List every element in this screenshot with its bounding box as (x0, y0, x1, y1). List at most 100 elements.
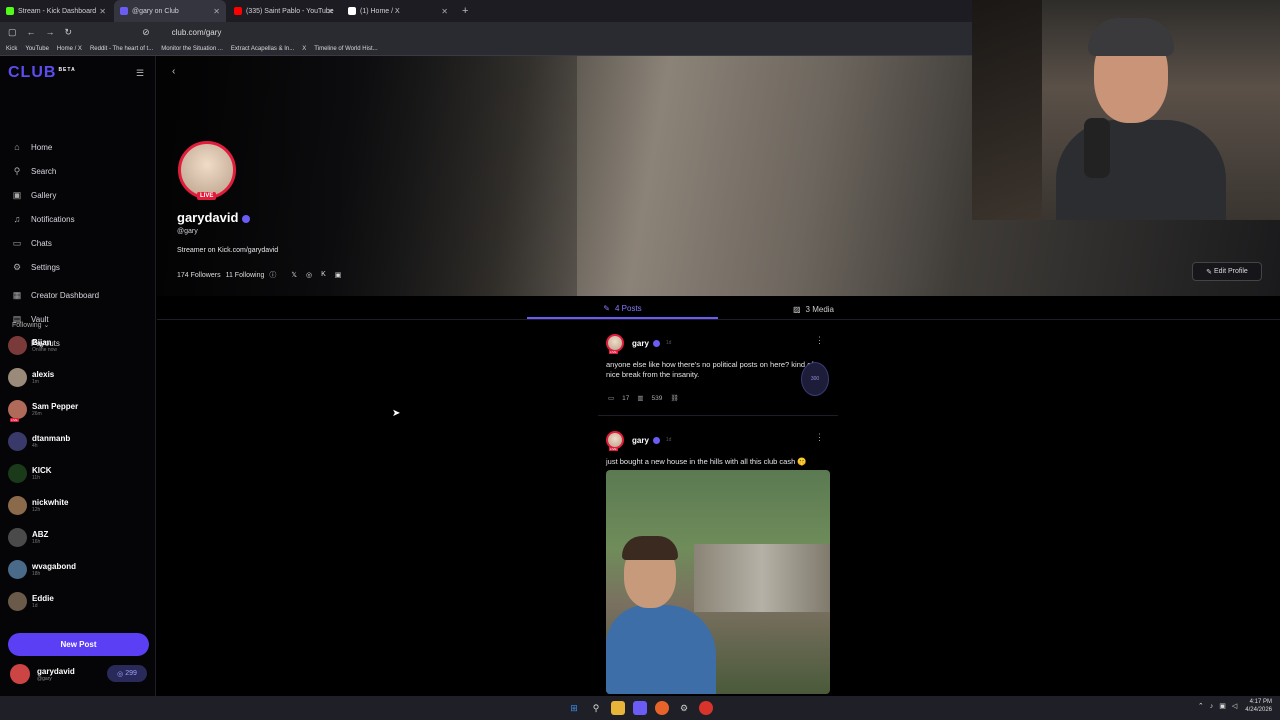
mic-icon[interactable]: ♪ (1210, 703, 1214, 710)
following-name: wvagabond (32, 562, 77, 571)
post-author[interactable]: gary (632, 436, 649, 445)
following-name: ABZ (32, 530, 49, 539)
post[interactable]: LIVE gary 1d ⋮ anyone else like how ther… (598, 334, 838, 402)
sidebar-item-label: Notifications (31, 214, 75, 224)
new-tab-icon[interactable]: + (462, 5, 468, 17)
bookmarks-bar: Kick YouTube Home / X Reddit - The heart of… (0, 42, 972, 56)
file-explorer-icon[interactable] (611, 701, 625, 715)
sidebar-item-label: Home (31, 142, 53, 152)
edit-profile-button[interactable]: ✎ Edit Profile (1192, 262, 1262, 281)
search-icon: ⚲ (13, 166, 21, 176)
comment-icon[interactable]: ▭ (608, 394, 614, 402)
menu-icon[interactable]: ☰ (136, 68, 144, 79)
browser-tab[interactable]: (335) Saint Pablo - YouTube ✕ (228, 0, 340, 22)
following-label[interactable]: Following ⌄ (12, 321, 49, 329)
bookmark-item[interactable]: Reddit - The heart of t... (90, 46, 153, 52)
bookmark-item[interactable]: Kick (6, 46, 17, 52)
forward-icon[interactable]: → (46, 27, 55, 37)
tab-posts[interactable]: ✎ 4 Posts (527, 299, 718, 319)
browser-tab[interactable]: Stream - Kick Dashboard ✕ (0, 0, 112, 22)
sidebar-item-home[interactable]: ⌂ Home (12, 142, 52, 152)
gallery-icon: ▣ (12, 190, 22, 200)
following-item[interactable]: KICK 11h (8, 464, 52, 483)
site-info-icon[interactable]: ⊘ (142, 27, 150, 38)
app-icon[interactable] (633, 701, 647, 715)
following-item[interactable]: LIVE Sam Pepper 26m (8, 400, 78, 422)
post-time: 1d (665, 437, 672, 443)
bookmark-item[interactable]: Timeline of World Hist... (314, 46, 377, 52)
bookmark-item[interactable]: Home / X (57, 46, 82, 52)
profile-name: garydavid (177, 210, 251, 225)
following-item[interactable]: dtanmanb 4h (8, 432, 70, 451)
webcam-overlay (972, 0, 1280, 220)
following-item[interactable]: ABZ 16h (8, 528, 48, 547)
link-icon[interactable]: ⛓ (670, 394, 678, 402)
post-author[interactable]: gary (632, 339, 649, 348)
following-item[interactable]: Bijan Online now (8, 336, 57, 355)
url-field[interactable]: club.com/gary (172, 28, 222, 37)
bell-icon: ♫ (13, 214, 21, 224)
browser-tab[interactable]: (1) Home / X ✕ (342, 0, 454, 22)
sidebar-item-settings[interactable]: ⚙ Settings (12, 262, 60, 273)
windows-start-icon[interactable]: ⊞ (567, 701, 581, 715)
clock[interactable]: 4:17 PM 4/24/2026 (1245, 698, 1272, 714)
followers-count[interactable]: 174 Followers (177, 272, 221, 279)
post-image[interactable] (606, 470, 830, 694)
settings-icon[interactable]: ⚙ (677, 701, 691, 715)
volume-icon[interactable]: ◁ (1232, 702, 1237, 710)
firefox-icon[interactable] (655, 701, 669, 715)
favicon-icon (120, 7, 128, 15)
post[interactable]: LIVE gary 1d ⋮ just bought a new house i… (598, 431, 838, 467)
following-name: alexis (32, 370, 55, 379)
club-cash-badge[interactable]: ◎ 299 (107, 665, 147, 682)
sidebar-item-notifications[interactable]: ♫ Notifications (12, 214, 75, 224)
avatar (10, 664, 30, 684)
avatar[interactable]: LIVE (606, 334, 624, 354)
bookmark-item[interactable]: X (302, 46, 306, 52)
browser-tab[interactable]: @gary on Club ✕ (114, 0, 226, 22)
bookmark-item[interactable]: Monitor the Situation ... (161, 46, 223, 52)
more-icon[interactable]: ⋮ (815, 335, 824, 346)
profile-avatar[interactable] (178, 141, 236, 199)
sidebar-item-chats[interactable]: ▭ Chats (12, 238, 52, 249)
kick-icon[interactable]: K (321, 271, 326, 279)
chrome-icon[interactable] (699, 701, 713, 715)
following-item[interactable]: alexis 1m (8, 368, 54, 387)
mouse-cursor: ➤ (392, 408, 401, 419)
reload-icon[interactable]: ↻ (65, 27, 73, 38)
following-item[interactable]: Eddie 1d (8, 592, 54, 611)
following-count[interactable]: 11 Following (226, 272, 265, 279)
x-icon[interactable]: 𝕏 (291, 271, 297, 279)
close-icon[interactable]: ✕ (441, 7, 448, 16)
info-icon[interactable]: ⓘ (269, 270, 276, 280)
current-user-handle: @gary (37, 675, 52, 682)
club-logo[interactable]: CLUB BETA (8, 64, 76, 82)
following-status: 16h (32, 539, 41, 545)
close-icon[interactable]: ✕ (327, 7, 334, 16)
twitch-icon[interactable]: ▣ (335, 271, 342, 279)
sidebar-item-creator-dashboard[interactable]: ▦ Creator Dashboard (12, 290, 99, 301)
sidebar-toggle-icon[interactable]: ▢ (8, 27, 17, 38)
following-item[interactable]: nickwhite 12h (8, 496, 68, 515)
pencil-icon: ✎ (603, 303, 610, 313)
chevron-up-icon[interactable]: ⌃ (1198, 702, 1204, 710)
search-icon[interactable]: ⚲ (589, 701, 603, 715)
collapse-icon[interactable]: ‹ (172, 66, 175, 77)
tip-token[interactable]: 300 (801, 362, 829, 396)
sidebar-item-gallery[interactable]: ▣ Gallery (12, 190, 57, 201)
close-icon[interactable]: ✕ (99, 7, 106, 16)
bookmark-item[interactable]: Extract Acapellas & In... (231, 46, 294, 52)
instagram-icon[interactable]: ◎ (306, 271, 312, 279)
new-post-button[interactable]: New Post (8, 633, 149, 656)
close-icon[interactable]: ✕ (213, 7, 220, 16)
back-icon[interactable]: ← (27, 27, 36, 37)
tab-media[interactable]: ▨ 3 Media (718, 299, 909, 319)
more-icon[interactable]: ⋮ (815, 432, 824, 443)
bookmark-item[interactable]: YouTube (25, 46, 49, 52)
following-item[interactable]: wvagabond 18h (8, 560, 76, 579)
following-status: 1d (32, 603, 38, 609)
verified-icon (242, 214, 251, 223)
avatar[interactable]: LIVE (606, 431, 624, 451)
sidebar-item-search[interactable]: ⚲ Search (12, 166, 57, 177)
network-icon[interactable]: ▣ (1219, 702, 1226, 710)
